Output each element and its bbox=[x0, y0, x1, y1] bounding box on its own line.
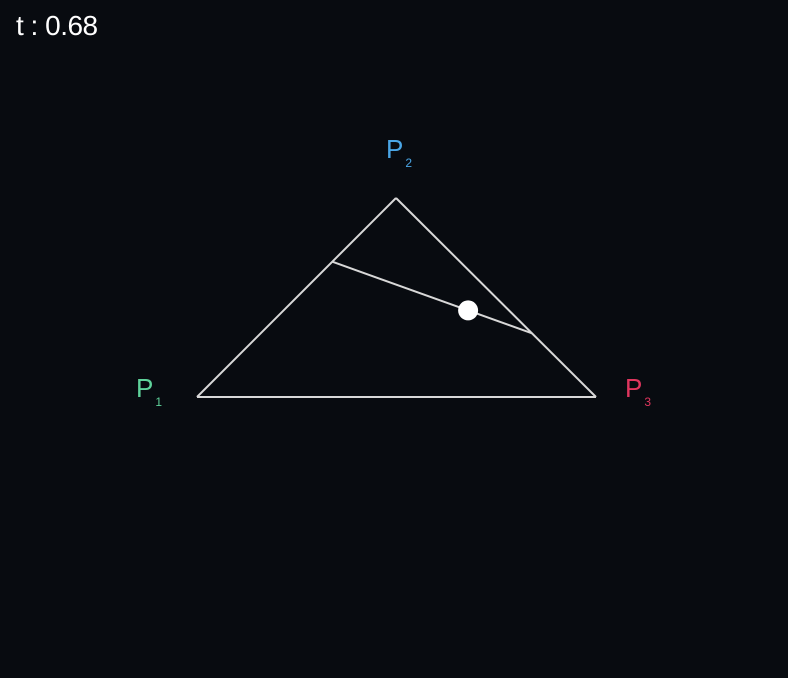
point-subscript-p2: 2 bbox=[405, 156, 412, 170]
point-label-p2: P2 bbox=[386, 134, 412, 170]
point-letter-p2: P bbox=[386, 134, 403, 164]
control-edge-p1-p2 bbox=[196, 197, 397, 398]
interpolation-segment bbox=[331, 260, 533, 335]
point-subscript-p1: 1 bbox=[155, 395, 162, 409]
curve-point-marker[interactable] bbox=[458, 300, 479, 321]
point-letter-p3: P bbox=[625, 373, 642, 403]
point-label-p1: P1 bbox=[136, 373, 162, 409]
bezier-canvas: t : 0.68 P1 P2 P3 bbox=[0, 0, 788, 678]
control-edge-p2-p3 bbox=[395, 197, 597, 398]
point-subscript-p3: 3 bbox=[644, 395, 651, 409]
point-label-p3: P3 bbox=[625, 373, 651, 409]
point-letter-p1: P bbox=[136, 373, 153, 403]
diagram-svg: P1 P2 P3 bbox=[136, 134, 651, 409]
